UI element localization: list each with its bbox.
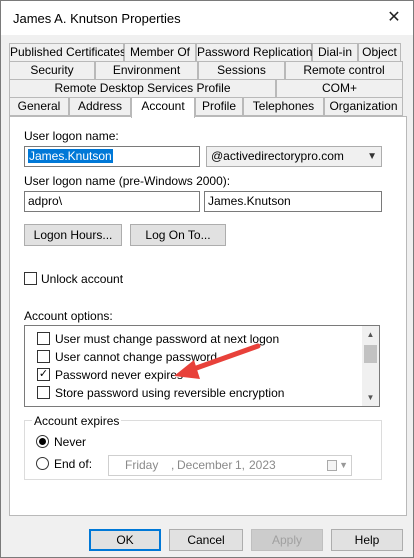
options-scrollbar[interactable]: ▲ ▼ xyxy=(362,326,379,406)
help-button[interactable]: Help xyxy=(331,529,403,551)
expiry-date-picker[interactable]: Friday , December 1, 2023 ▼ xyxy=(108,455,352,476)
scroll-up-icon[interactable]: ▲ xyxy=(362,326,379,343)
tab-organization[interactable]: Organization xyxy=(324,97,403,116)
account-expires-label: Account expires xyxy=(32,414,122,428)
option-checkbox[interactable] xyxy=(37,332,50,345)
tab-remote-desktop-services-profile[interactable]: Remote Desktop Services Profile xyxy=(9,79,276,98)
tab-account[interactable]: Account xyxy=(131,97,195,118)
logon-hours-button[interactable]: Logon Hours... xyxy=(24,224,122,246)
option-checkbox-checked[interactable]: ✓ xyxy=(37,368,50,381)
option-label: Password never expires xyxy=(55,368,184,382)
chevron-down-icon: ▼ xyxy=(367,151,377,162)
date-day: Friday xyxy=(125,458,159,472)
ok-button[interactable]: OK xyxy=(89,529,161,551)
cancel-button[interactable]: Cancel xyxy=(169,529,243,551)
tab-member-of[interactable]: Member Of xyxy=(124,43,196,62)
end-of-radio[interactable] xyxy=(36,457,49,470)
never-label: Never xyxy=(54,435,87,449)
logon-name-value: James.Knutson xyxy=(28,149,113,163)
log-on-to-button[interactable]: Log On To... xyxy=(130,224,226,246)
account-options-list[interactable]: User must change password at next logon … xyxy=(24,325,380,407)
title-bar: James A. Knutson Properties ✕ xyxy=(1,1,413,35)
domain-select[interactable]: @activedirectorypro.com ▼ xyxy=(206,146,382,167)
tab-dial-in[interactable]: Dial-in xyxy=(312,43,358,62)
scroll-down-icon[interactable]: ▼ xyxy=(362,389,379,406)
option-checkbox[interactable] xyxy=(37,350,50,363)
tab-com-plus[interactable]: COM+ xyxy=(276,79,403,98)
list-item[interactable]: User cannot change password xyxy=(25,348,361,366)
pre2000-domain-field: adpro\ xyxy=(24,191,200,212)
tab-sessions[interactable]: Sessions xyxy=(198,61,285,80)
tab-published-certificates[interactable]: Published Certificates xyxy=(9,43,126,62)
calendar-icon[interactable] xyxy=(327,460,337,471)
date-comma: , xyxy=(171,458,175,472)
tab-security[interactable]: Security xyxy=(9,61,95,80)
unlock-account-checkbox[interactable] xyxy=(24,272,37,285)
unlock-account-label: Unlock account xyxy=(41,272,124,286)
tab-general[interactable]: General xyxy=(9,97,69,116)
list-item[interactable]: User must change password at next logon xyxy=(25,330,361,348)
chevron-down-icon[interactable]: ▼ xyxy=(339,456,348,475)
date-daynum: 1, xyxy=(235,458,246,472)
tab-telephones[interactable]: Telephones xyxy=(243,97,324,116)
option-label: Store password using reversible encrypti… xyxy=(55,386,285,400)
tab-environment[interactable]: Environment xyxy=(95,61,198,80)
pre2000-logon-input[interactable]: James.Knutson xyxy=(204,191,382,212)
logon-name-input[interactable]: James.Knutson xyxy=(24,146,200,167)
account-options-label: Account options: xyxy=(24,309,113,323)
account-tab-panel: User logon name: James.Knutson @activedi… xyxy=(9,116,407,516)
option-checkbox[interactable] xyxy=(37,386,50,399)
tab-remote-control[interactable]: Remote control xyxy=(285,61,403,80)
list-item[interactable]: Store password using reversible encrypti… xyxy=(25,384,361,402)
option-label: User cannot change password xyxy=(55,350,218,364)
scroll-thumb[interactable] xyxy=(364,345,377,363)
option-label: User must change password at next logon xyxy=(55,332,280,346)
domain-value: @activedirectorypro.com xyxy=(211,149,344,163)
date-month: December xyxy=(177,458,233,472)
properties-dialog: James A. Knutson Properties ✕ Published … xyxy=(0,0,414,558)
never-radio[interactable] xyxy=(36,435,49,448)
tab-profile[interactable]: Profile xyxy=(195,97,243,116)
end-of-label: End of: xyxy=(54,457,93,471)
pre2000-label: User logon name (pre-Windows 2000): xyxy=(24,174,231,188)
date-year: 2023 xyxy=(249,458,276,472)
tab-password-replication[interactable]: Password Replication xyxy=(196,43,312,62)
tab-address[interactable]: Address xyxy=(69,97,131,116)
tab-object[interactable]: Object xyxy=(358,43,401,62)
close-icon[interactable]: ✕ xyxy=(383,7,405,29)
apply-button[interactable]: Apply xyxy=(251,529,323,551)
window-title: James A. Knutson Properties xyxy=(13,11,181,26)
list-item[interactable]: ✓ Password never expires xyxy=(25,366,361,384)
logon-name-label: User logon name: xyxy=(24,129,119,143)
